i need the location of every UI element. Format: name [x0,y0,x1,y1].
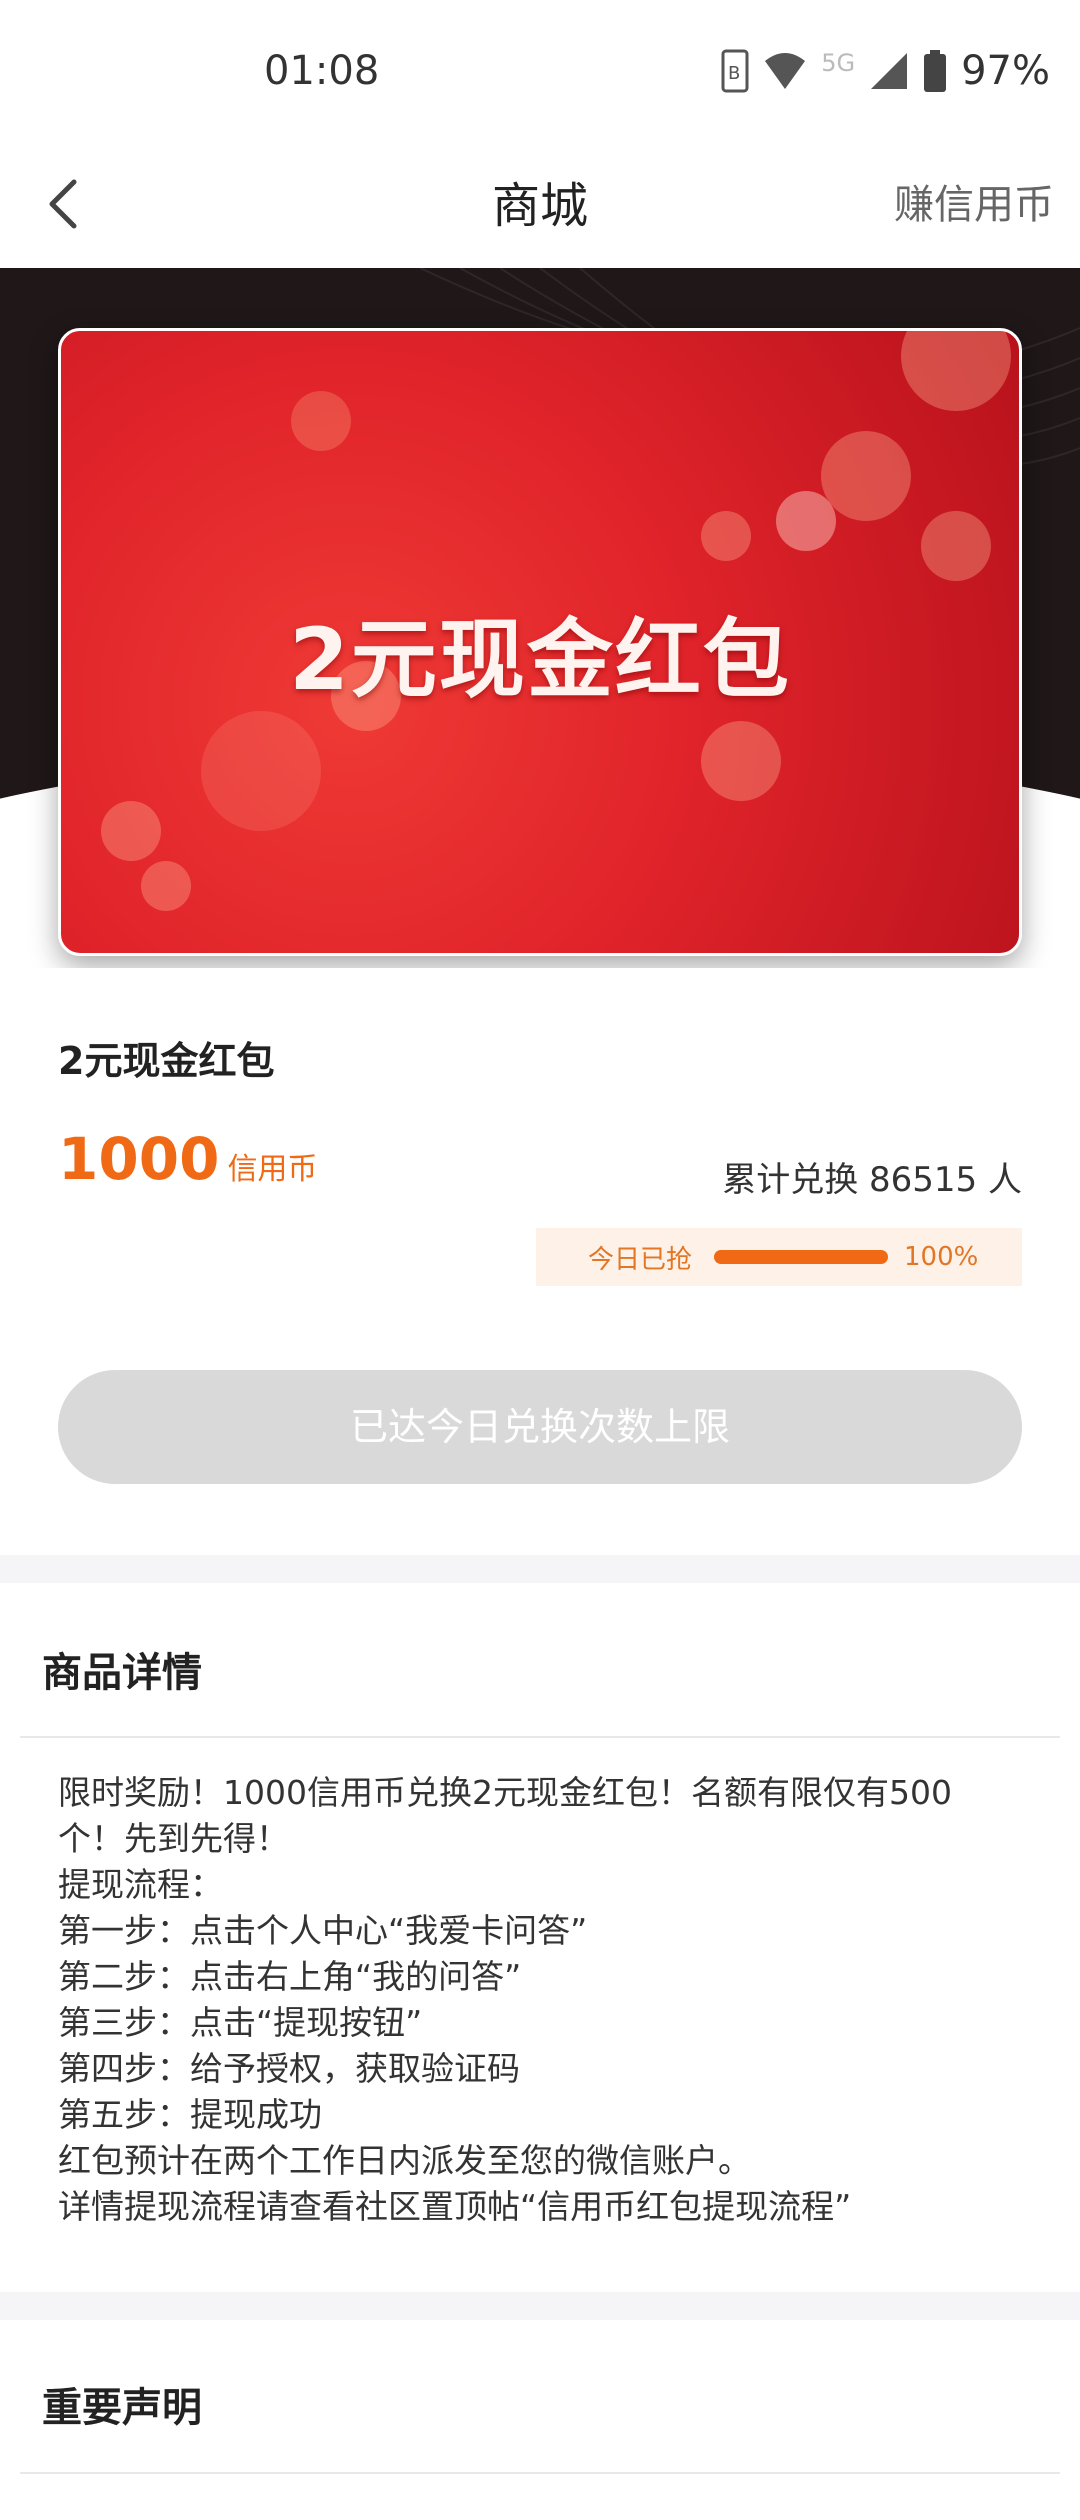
nav-bar: 商城 赚信用币 [0,140,1080,269]
details-line: 限时奖励！1000信用币兑换2元现金红包！名额有限仅有500 [58,1773,952,1812]
svg-text:B: B [728,63,740,84]
grab-label: 今日已抢 [588,1244,693,1275]
details-line: 第三步：点击“提现按钮” [58,2003,423,2042]
product-name: 2元现金红包 [58,1039,275,1083]
details-title: 商品详情 [42,1650,202,1696]
earn-credits-link[interactable]: 赚信用币 [894,172,1054,230]
price-amount: 1000 [58,1125,220,1193]
details-body: 限时奖励！1000信用币兑换2元现金红包！名额有限仅有500 个！先到先得！ 提… [58,1770,1018,2230]
details-line: 详情提现流程请查看社区置顶帖“信用币红包提现流程” [58,2187,852,2226]
details-line: 红包预计在两个工作日内派发至您的微信账户。 [58,2141,751,2180]
status-icons: B 5G 97% [721,48,1050,94]
status-bar: 01:08 B 5G 97% [0,0,1080,140]
battery-icon [924,50,947,92]
today-grab-progress: 今日已抢 100% [536,1228,1022,1286]
details-line: 第一步：点击个人中心“我爱卡问答” [58,1911,588,1950]
banner-title: 2元现金红包 [289,610,791,710]
sim-card-icon: B [721,49,749,93]
battery-percent: 97% [961,48,1050,94]
price-unit: 信用币 [227,1152,318,1187]
total-exchanged: 累计兑换 86515 人 [722,1160,1022,1200]
grab-progress-bar [714,1250,889,1264]
details-line: 第二步：点击右上角“我的问答” [58,1957,522,1996]
network-type: 5G [821,49,856,77]
status-time: 01:08 [264,48,380,94]
details-line: 提现流程： [58,1865,223,1904]
signal-icon [871,53,908,89]
divider [20,1736,1060,1738]
details-line: 第五步：提现成功 [58,2095,322,2134]
details-line: 个！先到先得！ [58,1819,289,1858]
hero-banner: 2元现金红包 [0,268,1080,968]
section-separator [0,1555,1080,1583]
grab-percent: 100% [904,1242,979,1272]
wifi-icon [765,53,806,89]
product-banner-card: 2元现金红包 [58,328,1022,956]
divider [20,2472,1060,2474]
price: 1000 信用币 [58,1125,317,1193]
exchange-button[interactable]: 已达今日兑换次数上限 [58,1370,1022,1484]
statement-title: 重要声明 [42,2385,202,2431]
details-line: 第四步：给予授权，获取验证码 [58,2049,520,2088]
section-separator [0,2292,1080,2320]
